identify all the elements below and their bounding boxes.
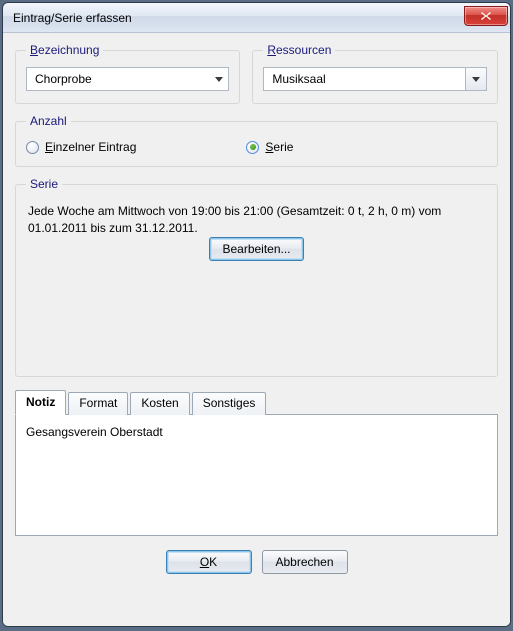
edit-button[interactable]: Bearbeiten... — [209, 237, 303, 261]
radio-serie[interactable]: Serie — [246, 140, 293, 154]
serie-legend: Serie — [26, 177, 62, 191]
edit-button-label: Bearbeiten... — [222, 242, 290, 256]
tab-format[interactable]: Format — [68, 392, 128, 415]
bezeichnung-value: Chorprobe — [27, 72, 210, 86]
dialog-window: Eintrag/Serie erfassen Bezeichnung Chorp… — [2, 2, 511, 627]
notiz-content[interactable]: Gesangsverein Oberstadt — [26, 425, 487, 439]
close-icon — [480, 11, 492, 21]
anzahl-group: Anzahl Einzelner Eintrag Serie — [15, 114, 498, 167]
anzahl-legend: Anzahl — [26, 114, 71, 128]
bezeichnung-group: Bezeichnung Chorprobe — [15, 43, 240, 104]
client-area: Bezeichnung Chorprobe Ressourcen Musiksa… — [3, 33, 510, 626]
tabs-container: Notiz Format Kosten Sonstiges Gesangsver… — [15, 391, 498, 536]
titlebar: Eintrag/Serie erfassen — [3, 3, 510, 33]
ressourcen-legend: Ressourcen — [263, 43, 335, 57]
tab-kosten[interactable]: Kosten — [130, 392, 189, 415]
ressourcen-group: Ressourcen Musiksaal — [252, 43, 498, 104]
chevron-down-icon — [465, 67, 487, 91]
tab-notiz[interactable]: Notiz — [15, 390, 66, 415]
close-button[interactable] — [464, 6, 508, 26]
serie-group: Serie Jede Woche am Mittwoch von 19:00 b… — [15, 177, 498, 377]
chevron-down-icon — [210, 77, 228, 82]
ressourcen-value: Musiksaal — [264, 72, 461, 86]
serie-description: Jede Woche am Mittwoch von 19:00 bis 21:… — [26, 201, 487, 237]
ressourcen-combo[interactable]: Musiksaal — [263, 67, 487, 91]
ok-button-label: OK — [200, 555, 217, 569]
ok-button[interactable]: OK — [166, 550, 252, 574]
radio-icon — [246, 141, 259, 154]
cancel-button-label: Abbrechen — [275, 555, 333, 569]
bezeichnung-combo[interactable]: Chorprobe — [26, 67, 229, 91]
radio-serie-label: Serie — [265, 140, 293, 154]
dialog-footer: OK Abbrechen — [15, 550, 498, 574]
window-title: Eintrag/Serie erfassen — [13, 11, 464, 25]
cancel-button[interactable]: Abbrechen — [262, 550, 348, 574]
tab-panel-notiz: Gesangsverein Oberstadt — [15, 414, 498, 536]
radio-single-entry[interactable]: Einzelner Eintrag — [26, 140, 136, 154]
radio-single-label: Einzelner Eintrag — [45, 140, 136, 154]
radio-icon — [26, 141, 39, 154]
tab-sonstiges[interactable]: Sonstiges — [192, 392, 267, 415]
bezeichnung-legend: Bezeichnung — [26, 43, 103, 57]
